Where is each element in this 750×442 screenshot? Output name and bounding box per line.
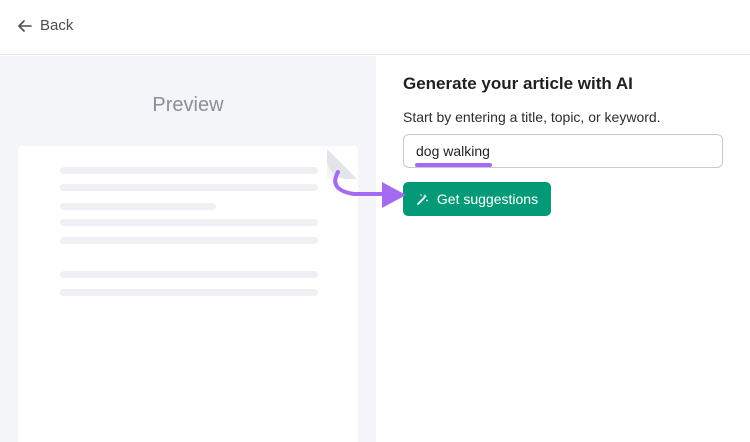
magic-wand-icon	[416, 193, 429, 206]
get-suggestions-label: Get suggestions	[436, 191, 539, 207]
placeholder-line	[60, 237, 318, 244]
back-label: Back	[40, 17, 74, 34]
placeholder-line	[60, 184, 318, 191]
pointer-arrow-icon	[333, 170, 406, 208]
placeholder-line	[60, 271, 318, 278]
arrow-left-icon	[18, 19, 32, 32]
preview-title: Preview	[152, 94, 224, 116]
keyword-highlight-underline	[415, 163, 492, 167]
placeholder-line	[60, 203, 216, 210]
placeholder-line	[60, 289, 318, 296]
placeholder-line	[60, 219, 318, 226]
generator-panel: Generate your article with AI Start by e…	[376, 56, 750, 442]
preview-document	[18, 146, 358, 442]
panel-heading: Generate your article with AI	[403, 74, 633, 93]
preview-pane: Preview	[0, 56, 376, 442]
panel-instructions: Start by entering a title, topic, or key…	[403, 109, 661, 125]
top-bar: Back	[0, 0, 750, 55]
placeholder-line	[60, 167, 318, 174]
back-button[interactable]: Back	[18, 17, 73, 34]
get-suggestions-button[interactable]: Get suggestions	[403, 182, 551, 216]
topic-input-value: dog walking	[416, 143, 490, 159]
